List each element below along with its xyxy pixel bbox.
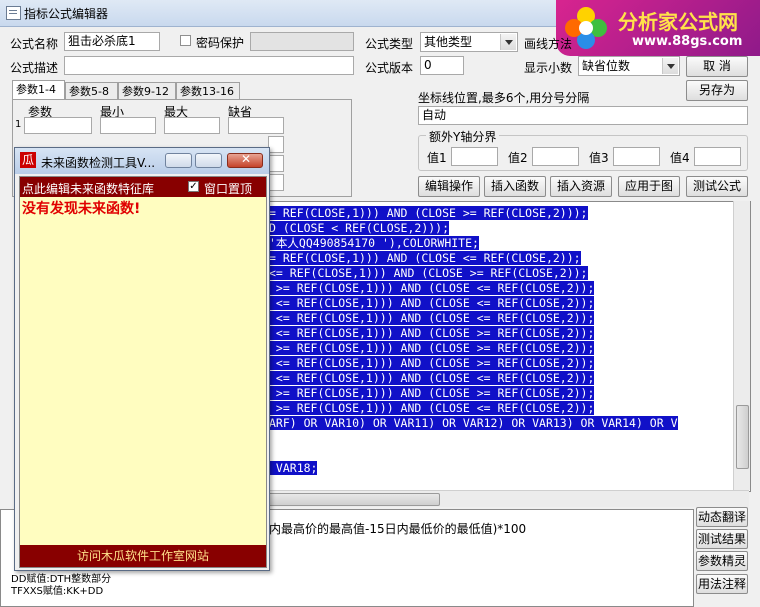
code-line: <= REF(CLOSE,1))) AND (CLOSE >= REF(CLOS… (269, 356, 595, 370)
value2-label: 值2 (508, 151, 528, 165)
code-line: <= REF(CLOSE,1))) AND (CLOSE >= REF(CLOS… (269, 326, 595, 340)
value4-input[interactable] (694, 147, 741, 166)
version-label: 公式版本 (365, 61, 414, 75)
param-default-input[interactable] (228, 117, 284, 134)
window-title: 指标公式编辑器 (24, 7, 109, 21)
scroll-thumb[interactable] (736, 405, 749, 469)
param-min-input[interactable] (100, 117, 156, 134)
dynamic-translate-button[interactable]: 动态翻译 (696, 507, 748, 527)
code-line: >= REF(CLOSE,1))) AND (CLOSE >= REF(CLOS… (269, 341, 595, 355)
vertical-scrollbar[interactable] (733, 201, 750, 490)
tool-title: 未来函数检测工具V... (41, 156, 156, 170)
version-input[interactable]: 0 (420, 56, 464, 75)
apply-to-chart-button[interactable]: 应用于图 (618, 176, 680, 197)
close-icon: ✕ (241, 152, 252, 166)
code-line: >= REF(CLOSE,1))) AND (CLOSE <= REF(CLOS… (269, 281, 595, 295)
code-line: VAR18; (269, 461, 318, 475)
param-name-input[interactable] (24, 117, 92, 134)
code-line: >= REF(CLOSE,1))) AND (CLOSE >= REF(CLOS… (269, 386, 595, 400)
melon-icon: 瓜 (20, 152, 36, 168)
close-button[interactable]: ✕ (227, 152, 263, 168)
site-logo: 分析家公式网 www.88gs.com (556, 0, 760, 56)
save-as-button[interactable]: 另存为 (686, 80, 748, 101)
tab-params-1-4[interactable]: 参数1-4 (12, 80, 65, 100)
test-result-button[interactable]: 测试结果 (696, 529, 748, 549)
code-line: '本人QQ490854170 '),COLORWHITE; (269, 236, 479, 250)
name-input[interactable]: 狙击必杀底1 (64, 32, 160, 51)
type-select[interactable]: 其他类型 (420, 32, 518, 52)
test-formula-button[interactable]: 测试公式 (686, 176, 748, 197)
axis-label: 坐标线位置,最多6个,用分号分隔 (418, 91, 590, 105)
code-line: <= REF(CLOSE,1))) AND (CLOSE >= REF(CLOS… (269, 266, 588, 280)
annotation-line: TFXXS赋值:KK+DD (11, 586, 104, 597)
usage-notes-button[interactable]: 用法注释 (696, 574, 748, 594)
param-default-input[interactable] (268, 174, 284, 191)
value3-label: 值3 (589, 151, 609, 165)
param-default-input[interactable] (268, 155, 284, 172)
edit-feature-link[interactable]: 点此编辑未来函数特征库 (22, 180, 154, 197)
visit-website-link[interactable]: 访问木瓜软件工作室网站 (20, 545, 266, 567)
chevron-down-icon (500, 34, 516, 50)
annotation-line: 内最高价的最高值-15日内最低价的最低值)*100 (269, 522, 527, 536)
tab-params-9-12[interactable]: 参数9-12 (118, 82, 176, 100)
decimal-label: 显示小数 (524, 61, 573, 75)
code-line: ARF) OR VAR10) OR VAR11) OR VAR12) OR VA… (269, 416, 678, 430)
desc-input[interactable] (64, 56, 354, 75)
tool-body: 点此编辑未来函数特征库 ✓ 窗口置顶 没有发现未来函数! 访问木瓜软件工作室网站 (19, 176, 267, 568)
maximize-button[interactable] (195, 153, 222, 168)
extra-y-title: 额外Y轴分界 (426, 128, 500, 145)
draw-label: 画线方法 (524, 37, 573, 51)
insert-resource-button[interactable]: 插入资源 (550, 176, 612, 197)
tab-params-5-8[interactable]: 参数5-8 (65, 82, 118, 100)
tab-params-13-16[interactable]: 参数13-16 (176, 82, 240, 100)
edit-ops-button[interactable]: 编辑操作 (418, 176, 480, 197)
decimal-select[interactable]: 缺省位数 (578, 56, 680, 76)
code-line: <= REF(CLOSE,1))) AND (CLOSE <= REF(CLOS… (269, 311, 595, 325)
value4-label: 值4 (670, 151, 690, 165)
logo-text: 分析家公式网 (618, 10, 738, 34)
decimal-value: 缺省位数 (582, 59, 631, 73)
value3-input[interactable] (613, 147, 660, 166)
insert-function-button[interactable]: 插入函数 (484, 176, 546, 197)
password-checkbox[interactable] (180, 35, 191, 46)
tool-header-bar: 点此编辑未来函数特征库 ✓ 窗口置顶 (20, 177, 266, 197)
app-icon (6, 6, 21, 20)
code-line: = REF(CLOSE,1))) AND (CLOSE <= REF(CLOSE… (269, 251, 581, 265)
desc-label: 公式描述 (10, 61, 59, 75)
on-top-label: 窗口置顶 (204, 182, 253, 196)
param-max-input[interactable] (164, 117, 220, 134)
type-value: 其他类型 (424, 35, 473, 49)
minimize-button[interactable] (165, 153, 192, 168)
type-label: 公式类型 (365, 37, 414, 51)
param-wizard-button[interactable]: 参数精灵 (696, 551, 748, 571)
value2-input[interactable] (532, 147, 579, 166)
param-default-input[interactable] (268, 136, 284, 153)
on-top-checkbox[interactable]: ✓ (188, 181, 199, 192)
value1-label: 值1 (427, 151, 447, 165)
scroll-thumb[interactable] (262, 493, 440, 506)
axis-input[interactable]: 自动 (418, 106, 748, 125)
password-label: 密码保护 (196, 36, 245, 50)
future-function-tool-window: 瓜 未来函数检测工具V... ✕ 点此编辑未来函数特征库 ✓ 窗口置顶 没有发现… (14, 147, 270, 571)
cancel-button[interactable]: 取 消 (686, 56, 748, 77)
chevron-down-icon (662, 58, 678, 74)
detect-result: 没有发现未来函数! (22, 201, 141, 217)
code-line: <= REF(CLOSE,1))) AND (CLOSE <= REF(CLOS… (269, 296, 595, 310)
password-input[interactable] (250, 32, 354, 51)
tool-title-bar: 瓜 未来函数检测工具V... ✕ (15, 148, 269, 174)
param-row-number: 1 (15, 119, 22, 130)
code-line: >= REF(CLOSE,1))) AND (CLOSE <= REF(CLOS… (269, 401, 595, 415)
code-line: = REF(CLOSE,1))) AND (CLOSE >= REF(CLOSE… (269, 206, 588, 220)
name-label: 公式名称 (10, 37, 59, 51)
code-line: D (CLOSE < REF(CLOSE,2))); (269, 221, 450, 235)
logo-url: www.88gs.com (632, 34, 743, 49)
code-line: <= REF(CLOSE,1))) AND (CLOSE <= REF(CLOS… (269, 371, 595, 385)
value1-input[interactable] (451, 147, 498, 166)
